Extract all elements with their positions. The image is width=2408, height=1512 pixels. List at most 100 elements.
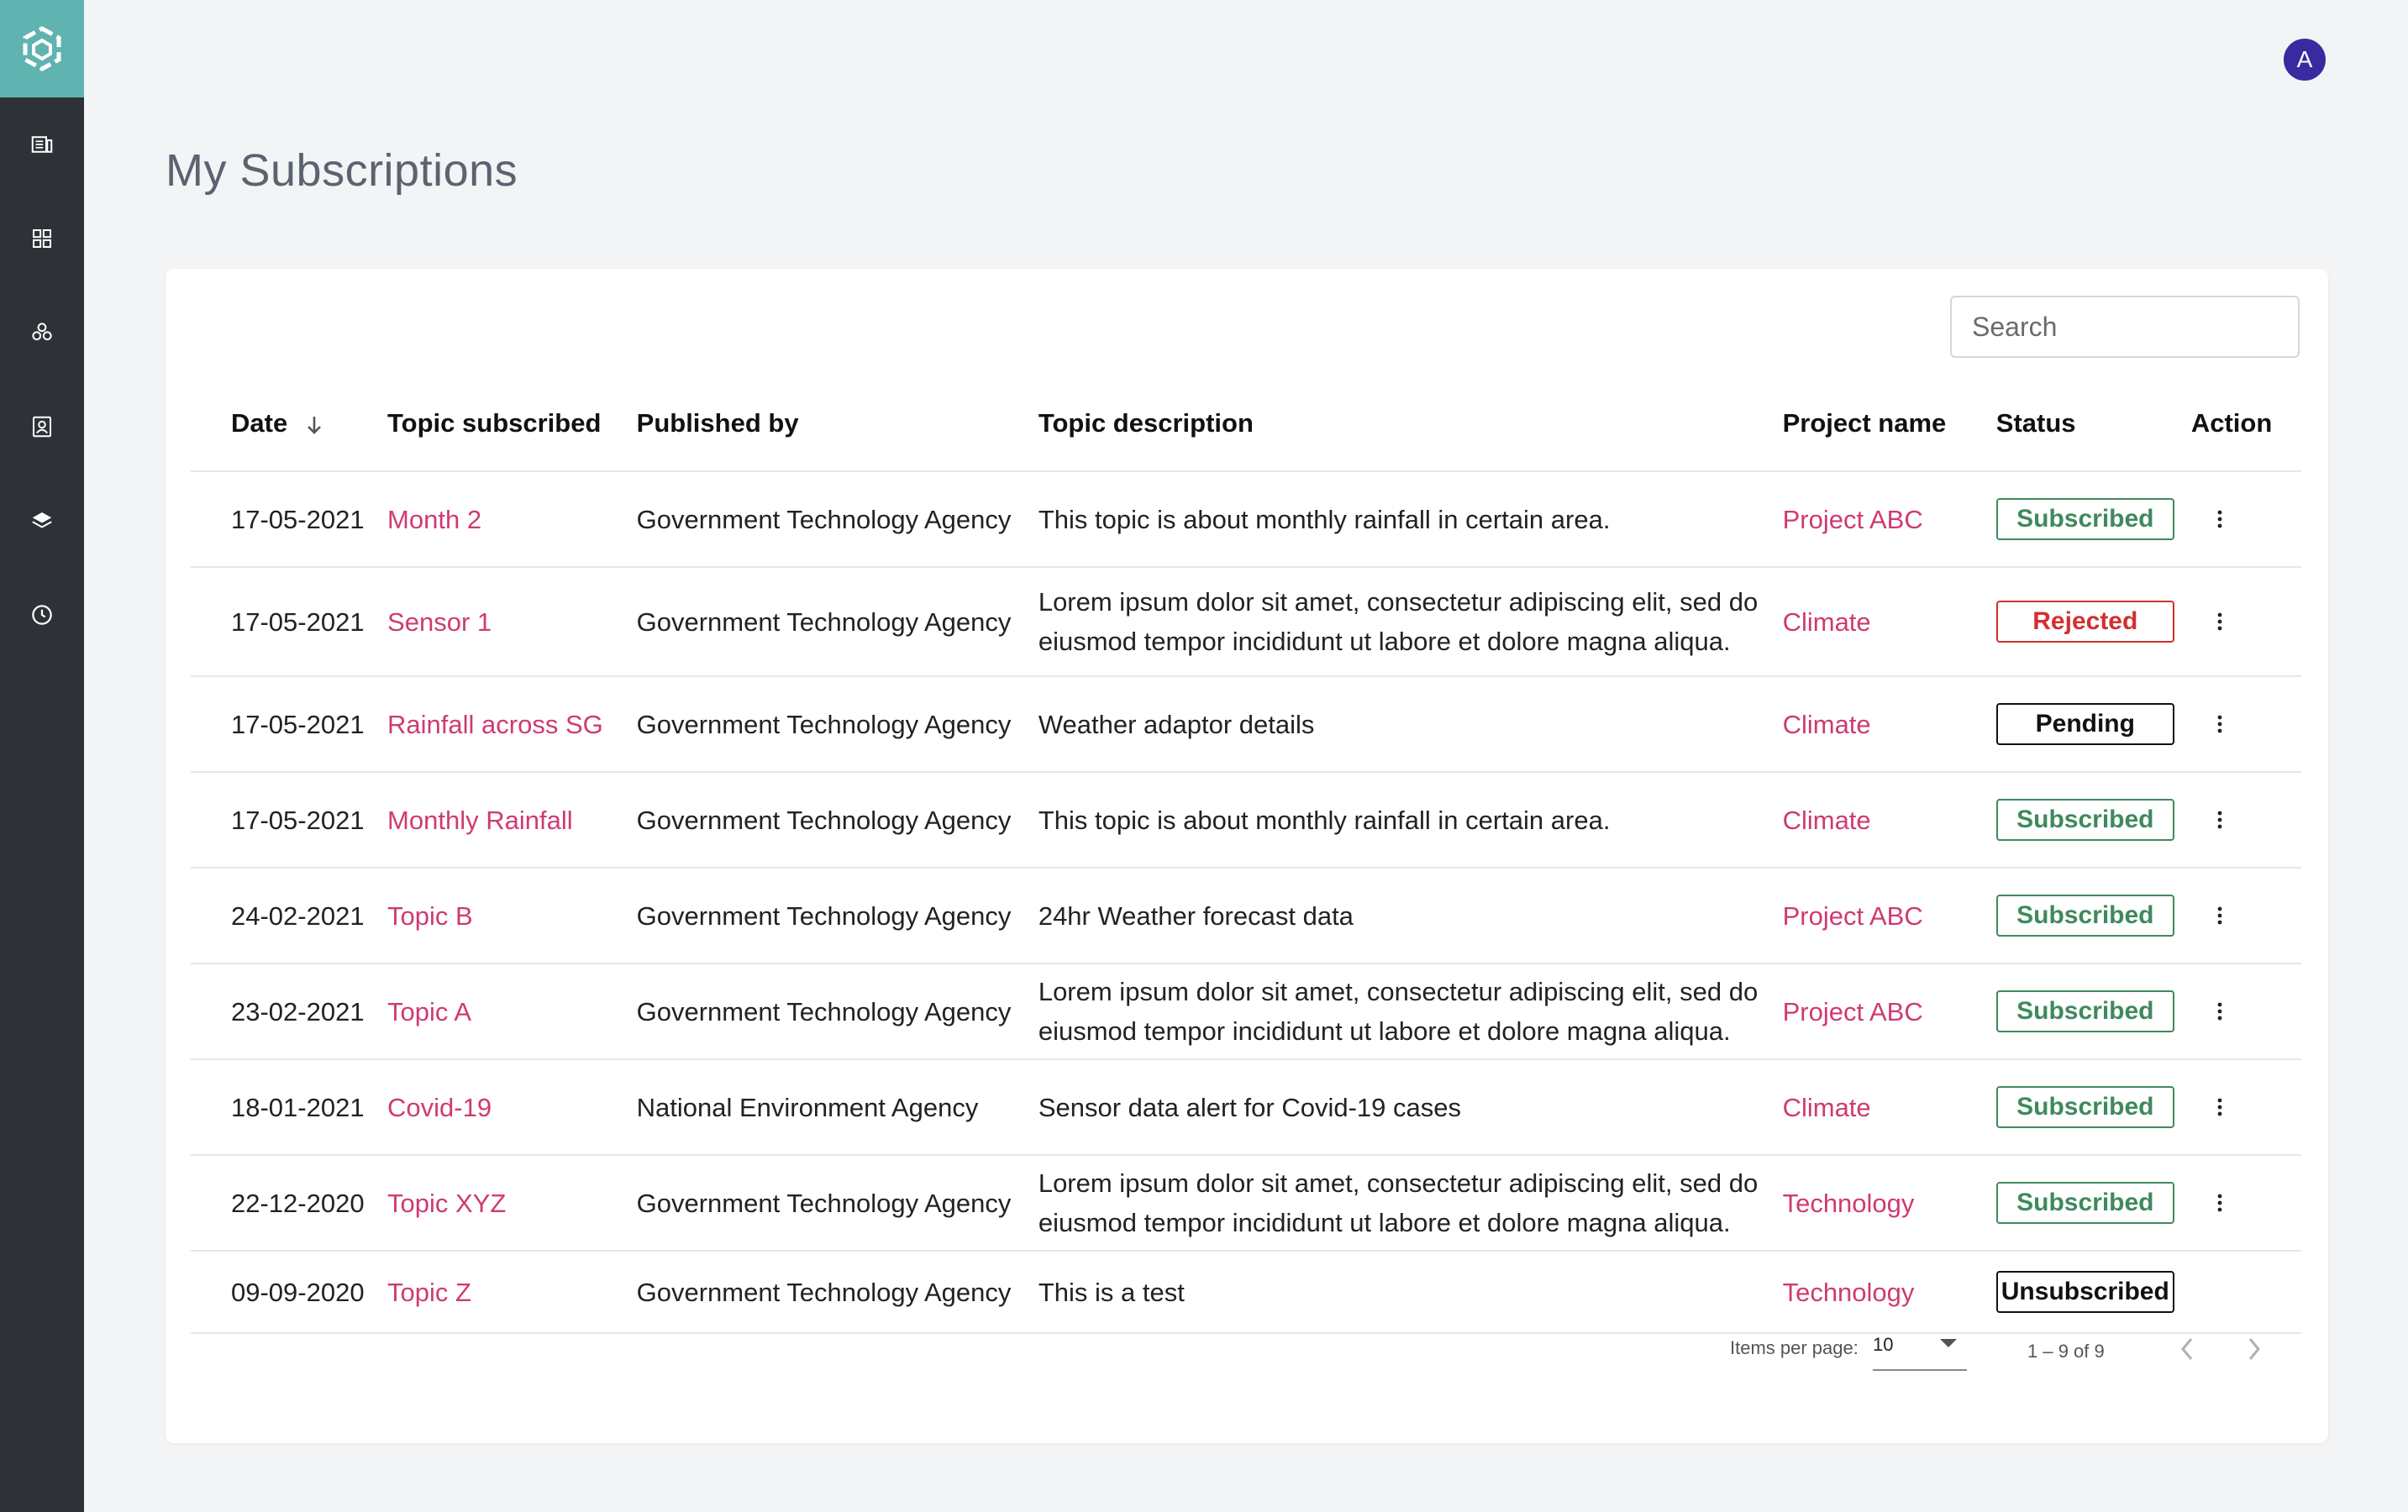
table-row: 18-01-2021 Covid-19 National Environment… xyxy=(191,1059,2301,1156)
table-row: 24-02-2021 Topic B Government Technology… xyxy=(191,868,2301,964)
row-status: Subscribed xyxy=(1995,772,2191,869)
row-action[interactable] xyxy=(2190,676,2301,773)
row-topic-link[interactable]: Topic A xyxy=(387,963,637,1060)
status-badge: Subscribed xyxy=(1995,895,2174,937)
more-vert-icon[interactable] xyxy=(2191,602,2242,642)
row-project-link[interactable]: Technology xyxy=(1782,1155,1996,1252)
items-per-page-label: Items per page: xyxy=(1730,1337,1859,1358)
header-date-label: Date xyxy=(231,408,288,438)
chevron-left-icon xyxy=(2181,1338,2193,1360)
header-date[interactable]: Date xyxy=(191,376,388,472)
status-badge: Unsubscribed xyxy=(1995,1271,2174,1313)
row-status: Subscribed xyxy=(1995,1155,2191,1252)
row-publisher: Government Technology Agency xyxy=(636,963,1038,1060)
more-vert-icon[interactable] xyxy=(2191,1184,2242,1223)
row-action[interactable] xyxy=(2190,1155,2301,1252)
row-description: 24hr Weather forecast data xyxy=(1038,868,1783,964)
grid-icon xyxy=(33,229,51,248)
row-date: 22-12-2020 xyxy=(191,1155,388,1252)
header-project: Project name xyxy=(1782,376,1996,472)
arrow-down-icon xyxy=(307,416,321,434)
clock-icon xyxy=(32,605,52,625)
row-topic-link[interactable]: Monthly Rainfall xyxy=(387,772,637,869)
row-publisher: Government Technology Agency xyxy=(636,772,1038,869)
row-date: 17-05-2021 xyxy=(191,772,388,869)
row-description: Sensor data alert for Covid-19 cases xyxy=(1038,1059,1783,1156)
row-project-link[interactable]: Climate xyxy=(1782,1059,1996,1156)
row-publisher: Government Technology Agency xyxy=(636,676,1038,773)
logo-icon xyxy=(23,26,61,71)
page-size-value: 10 xyxy=(1873,1334,1894,1355)
sidebar-item-layers[interactable] xyxy=(0,474,84,568)
row-description: Lorem ipsum dolor sit amet, consectetur … xyxy=(1038,963,1783,1060)
more-vert-icon[interactable] xyxy=(2191,1088,2242,1127)
app-logo[interactable] xyxy=(0,0,84,97)
more-vert-icon[interactable] xyxy=(2191,705,2242,744)
next-page-button[interactable] xyxy=(2237,1331,2271,1368)
more-vert-icon[interactable] xyxy=(2191,992,2242,1032)
row-publisher: Government Technology Agency xyxy=(636,471,1038,568)
row-status: Subscribed xyxy=(1995,1059,2191,1156)
row-action[interactable] xyxy=(2190,772,2301,869)
sidebar-item-history[interactable] xyxy=(0,568,84,662)
row-project-link[interactable]: Project ABC xyxy=(1782,963,1996,1060)
subscriptions-table: Date Topic subscribed Published by Topic… xyxy=(191,376,2301,1334)
row-topic-link[interactable]: Topic B xyxy=(387,868,637,964)
row-topic-link[interactable]: Rainfall across SG xyxy=(387,676,637,773)
user-avatar[interactable]: A xyxy=(2284,39,2326,81)
row-date: 17-05-2021 xyxy=(191,676,388,773)
row-action[interactable] xyxy=(2190,963,2301,1060)
row-status: Subscribed xyxy=(1995,868,2191,964)
status-badge: Subscribed xyxy=(1995,498,2174,540)
sidebar-item-news[interactable] xyxy=(0,97,84,192)
row-action[interactable] xyxy=(2190,567,2301,677)
page-title: My Subscriptions xyxy=(166,145,518,196)
header-publisher: Published by xyxy=(636,376,1038,472)
row-action[interactable] xyxy=(2190,868,2301,964)
contact-card-icon xyxy=(33,416,51,438)
row-project-link[interactable]: Project ABC xyxy=(1782,868,1996,964)
row-date: 17-05-2021 xyxy=(191,567,388,677)
row-topic-link[interactable]: Sensor 1 xyxy=(387,567,637,677)
row-project-link[interactable]: Project ABC xyxy=(1782,471,1996,568)
header-action: Action xyxy=(2190,376,2301,472)
status-badge: Subscribed xyxy=(1995,799,2174,841)
row-action[interactable] xyxy=(2190,471,2301,568)
status-badge: Pending xyxy=(1995,703,2174,745)
sidebar-item-topics[interactable] xyxy=(0,286,84,380)
row-description: Weather adaptor details xyxy=(1038,676,1783,773)
more-vert-icon[interactable] xyxy=(2191,896,2242,936)
header-description: Topic description xyxy=(1038,376,1783,472)
more-vert-icon[interactable] xyxy=(2191,801,2242,840)
row-description: This topic is about monthly rainfall in … xyxy=(1038,772,1783,869)
row-project-link[interactable]: Climate xyxy=(1782,772,1996,869)
row-project-link[interactable]: Climate xyxy=(1782,567,1996,677)
row-topic-link[interactable]: Month 2 xyxy=(387,471,637,568)
sidebar-item-contacts[interactable] xyxy=(0,380,84,474)
row-action[interactable] xyxy=(2190,1059,2301,1156)
search-input[interactable] xyxy=(1950,296,2300,358)
chevron-right-icon xyxy=(2248,1338,2260,1360)
row-publisher: Government Technology Agency xyxy=(636,868,1038,964)
subscriptions-card: Date Topic subscribed Published by Topic… xyxy=(166,269,2328,1443)
row-status: Rejected xyxy=(1995,567,2191,677)
row-status: Pending xyxy=(1995,676,2191,773)
row-date: 24-02-2021 xyxy=(191,868,388,964)
row-publisher: Government Technology Agency xyxy=(636,1155,1038,1252)
status-badge: Subscribed xyxy=(1995,990,2174,1032)
sidebar-item-dashboard[interactable] xyxy=(0,192,84,286)
row-topic-link[interactable]: Covid-19 xyxy=(387,1059,637,1156)
page-range: 1 – 9 of 9 xyxy=(2027,1341,2105,1362)
header-topic: Topic subscribed xyxy=(387,376,637,472)
row-date: 18-01-2021 xyxy=(191,1059,388,1156)
more-vert-icon[interactable] xyxy=(2191,500,2242,539)
previous-page-button[interactable] xyxy=(2170,1331,2204,1368)
table-header-row: Date Topic subscribed Published by Topic… xyxy=(191,376,2301,472)
row-topic-link[interactable]: Topic XYZ xyxy=(387,1155,637,1252)
table-row: 17-05-2021 Month 2 Government Technology… xyxy=(191,471,2301,568)
row-project-link[interactable]: Climate xyxy=(1782,676,1996,773)
row-description: Lorem ipsum dolor sit amet, consectetur … xyxy=(1038,1155,1783,1252)
page-size-select[interactable]: 10 xyxy=(1873,1327,1967,1371)
row-status: Subscribed xyxy=(1995,963,2191,1060)
paginator: Items per page: 10 1 – 9 of 9 xyxy=(166,1319,2328,1386)
